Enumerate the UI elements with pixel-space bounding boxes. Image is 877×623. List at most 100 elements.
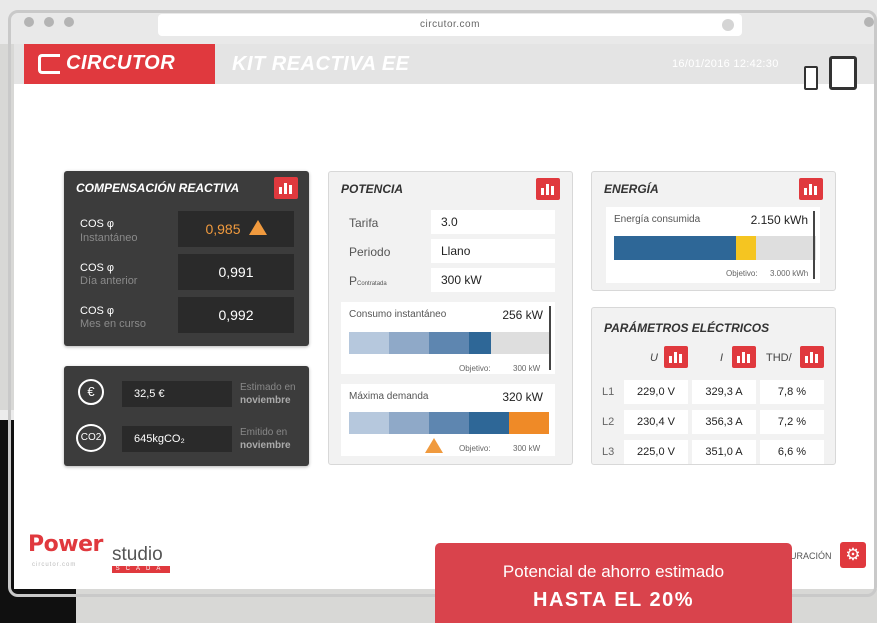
u-chart-button[interactable] (664, 346, 688, 368)
line-label: L3 (602, 446, 615, 458)
cos-phi-sub: Instantáneo (80, 232, 138, 244)
warning-icon (248, 220, 267, 235)
close-window-dot[interactable] (24, 17, 34, 27)
co2-note: Emitido en noviembre (240, 427, 291, 451)
l1-thd-value: 7,8 % (760, 380, 824, 404)
configuracion-label[interactable]: URACIÓN (790, 551, 832, 561)
compensacion-chart-button[interactable] (274, 177, 298, 199)
energia-chart-button[interactable] (799, 178, 823, 200)
consumo-value: 256 kW (502, 308, 543, 322)
col-u-label: U (650, 352, 658, 364)
zoom-window-dot[interactable] (64, 17, 74, 27)
energia-objetivo-value: 3.000 kWh (770, 269, 809, 278)
tarifa-label: Tarifa (349, 216, 379, 230)
maxima-warning-icon (425, 438, 443, 453)
ahorro-panel: € 32,5 € Estimado en noviembre CO2 645kgC… (64, 366, 309, 466)
logo-studio: studio (112, 544, 163, 565)
periodo-label: Periodo (349, 245, 391, 259)
reload-icon[interactable] (722, 19, 734, 31)
maxima-objetivo-value: 300 kW (513, 444, 541, 453)
l2-i-value: 356,3 A (692, 410, 756, 434)
l1-i-value: 329,3 A (692, 380, 756, 404)
line-label: L1 (602, 386, 615, 398)
minimize-window-dot[interactable] (44, 17, 54, 27)
tarifa-value: 3.0 (431, 210, 555, 234)
potencia-contratada-value: 300 kW (431, 268, 555, 292)
energia-bar (614, 236, 816, 260)
potencia-title: POTENCIA (341, 182, 404, 196)
cos-phi-label: COS φ (80, 218, 115, 230)
line-label: L2 (602, 416, 615, 428)
cos-phi-instantaneo-value: 0,985 (178, 211, 294, 247)
thd-chart-button[interactable] (800, 346, 824, 368)
l3-thd-value: 6,6 % (760, 440, 824, 464)
cos-phi-label: COS φ (80, 262, 115, 274)
powerstudio-logo: Power studio circutor.com SCADA (28, 532, 170, 573)
browser-toolbar: circutor.com (0, 0, 877, 44)
promo-banner: Potencial de ahorro estimado HASTA EL 20… (435, 543, 792, 623)
gear-icon[interactable]: ⚙ (840, 542, 866, 568)
l2-u-value: 230,4 V (624, 410, 688, 434)
compensacion-title: COMPENSACIÓN REACTIVA (76, 181, 240, 195)
potencia-chart-button[interactable] (536, 178, 560, 200)
periodo-value: Llano (431, 239, 555, 263)
browser-action-dot[interactable] (864, 17, 874, 27)
cos-phi-dia-anterior-value: 0,991 (178, 254, 294, 290)
co2-value: 645kgCO₂ (122, 426, 232, 452)
l3-i-value: 351,0 A (692, 440, 756, 464)
logo-power: Power (28, 532, 103, 557)
app-window: CIRCUTOR KIT REACTIVA EE 16/01/2016 12:4… (14, 44, 877, 589)
l1-u-value: 229,0 V (624, 380, 688, 404)
energia-label: Energía consumida (614, 214, 701, 225)
energia-title: ENERGÍA (604, 182, 659, 196)
circutor-logo: CIRCUTOR (24, 44, 215, 84)
page-title: KIT REACTIVA EE (232, 53, 410, 75)
i-chart-button[interactable] (732, 346, 756, 368)
co2-cloud-icon: CO2 (76, 424, 106, 452)
consumo-target-line (549, 306, 551, 370)
col-i-label: I (720, 352, 724, 364)
cos-phi-sub: Día anterior (80, 275, 138, 287)
maxima-demanda-card: Máxima demanda 320 kW Objetivo: 300 kW (341, 384, 555, 456)
maxima-value: 320 kW (502, 390, 543, 404)
consumo-instantaneo-card: Consumo instantáneo 256 kW Objetivo: 300… (341, 302, 555, 374)
cos-phi-label: COS φ (80, 305, 115, 317)
maxima-objetivo-label: Objetivo: (459, 444, 491, 453)
euro-coins-icon: € (78, 379, 104, 405)
tablet-view-icon[interactable] (829, 56, 857, 90)
promo-line-2: HASTA EL 20% (533, 589, 694, 611)
l3-u-value: 225,0 V (624, 440, 688, 464)
circutor-logo-mark (38, 54, 60, 74)
promo-line-1: Potencial de ahorro estimado (502, 562, 725, 581)
phone-view-icon[interactable] (804, 66, 818, 90)
parametros-panel: PARÁMETROS ELÉCTRICOS U I THD/ L1 229,0 … (591, 307, 836, 465)
energia-value: 2.150 kWh (750, 213, 808, 227)
ahorro-money-value: 32,5 € (122, 381, 232, 407)
consumo-bar (349, 332, 549, 354)
potencia-contratada-label: PContratada (349, 274, 387, 288)
maxima-bar (349, 412, 549, 434)
l2-thd-value: 7,2 % (760, 410, 824, 434)
energia-card: Energía consumida 2.150 kWh Objetivo: 3.… (606, 207, 820, 283)
consumo-objetivo-label: Objetivo: (459, 364, 491, 373)
ahorro-money-note: Estimado en noviembre (240, 382, 296, 406)
compensacion-panel: COMPENSACIÓN REACTIVA COS φ Instantáneo … (64, 171, 309, 346)
cos-phi-sub: Mes en curso (80, 318, 147, 330)
energia-target-line (813, 211, 815, 279)
address-bar[interactable]: circutor.com (158, 14, 742, 36)
potencia-panel: POTENCIA Tarifa 3.0 Periodo Llano PContr… (328, 171, 573, 465)
energia-objetivo-label: Objetivo: (726, 269, 758, 278)
datetime: 16/01/2016 12:42:30 (672, 58, 779, 70)
logo-scada: SCADA (112, 566, 170, 573)
app-header: CIRCUTOR KIT REACTIVA EE 16/01/2016 12:4… (14, 44, 877, 90)
energia-panel: ENERGÍA Energía consumida 2.150 kWh Obje… (591, 171, 836, 291)
consumo-objetivo-value: 300 kW (513, 364, 541, 373)
logo-sub: circutor.com (32, 562, 77, 568)
consumo-label: Consumo instantáneo (349, 309, 447, 320)
maxima-label: Máxima demanda (349, 391, 429, 402)
col-thd-label: THD/ (766, 352, 792, 364)
address-text: circutor.com (420, 19, 480, 30)
cos-phi-value-text: 0,985 (205, 221, 241, 237)
brand-name: CIRCUTOR (66, 52, 176, 74)
cos-phi-mes-value: 0,992 (178, 297, 294, 333)
